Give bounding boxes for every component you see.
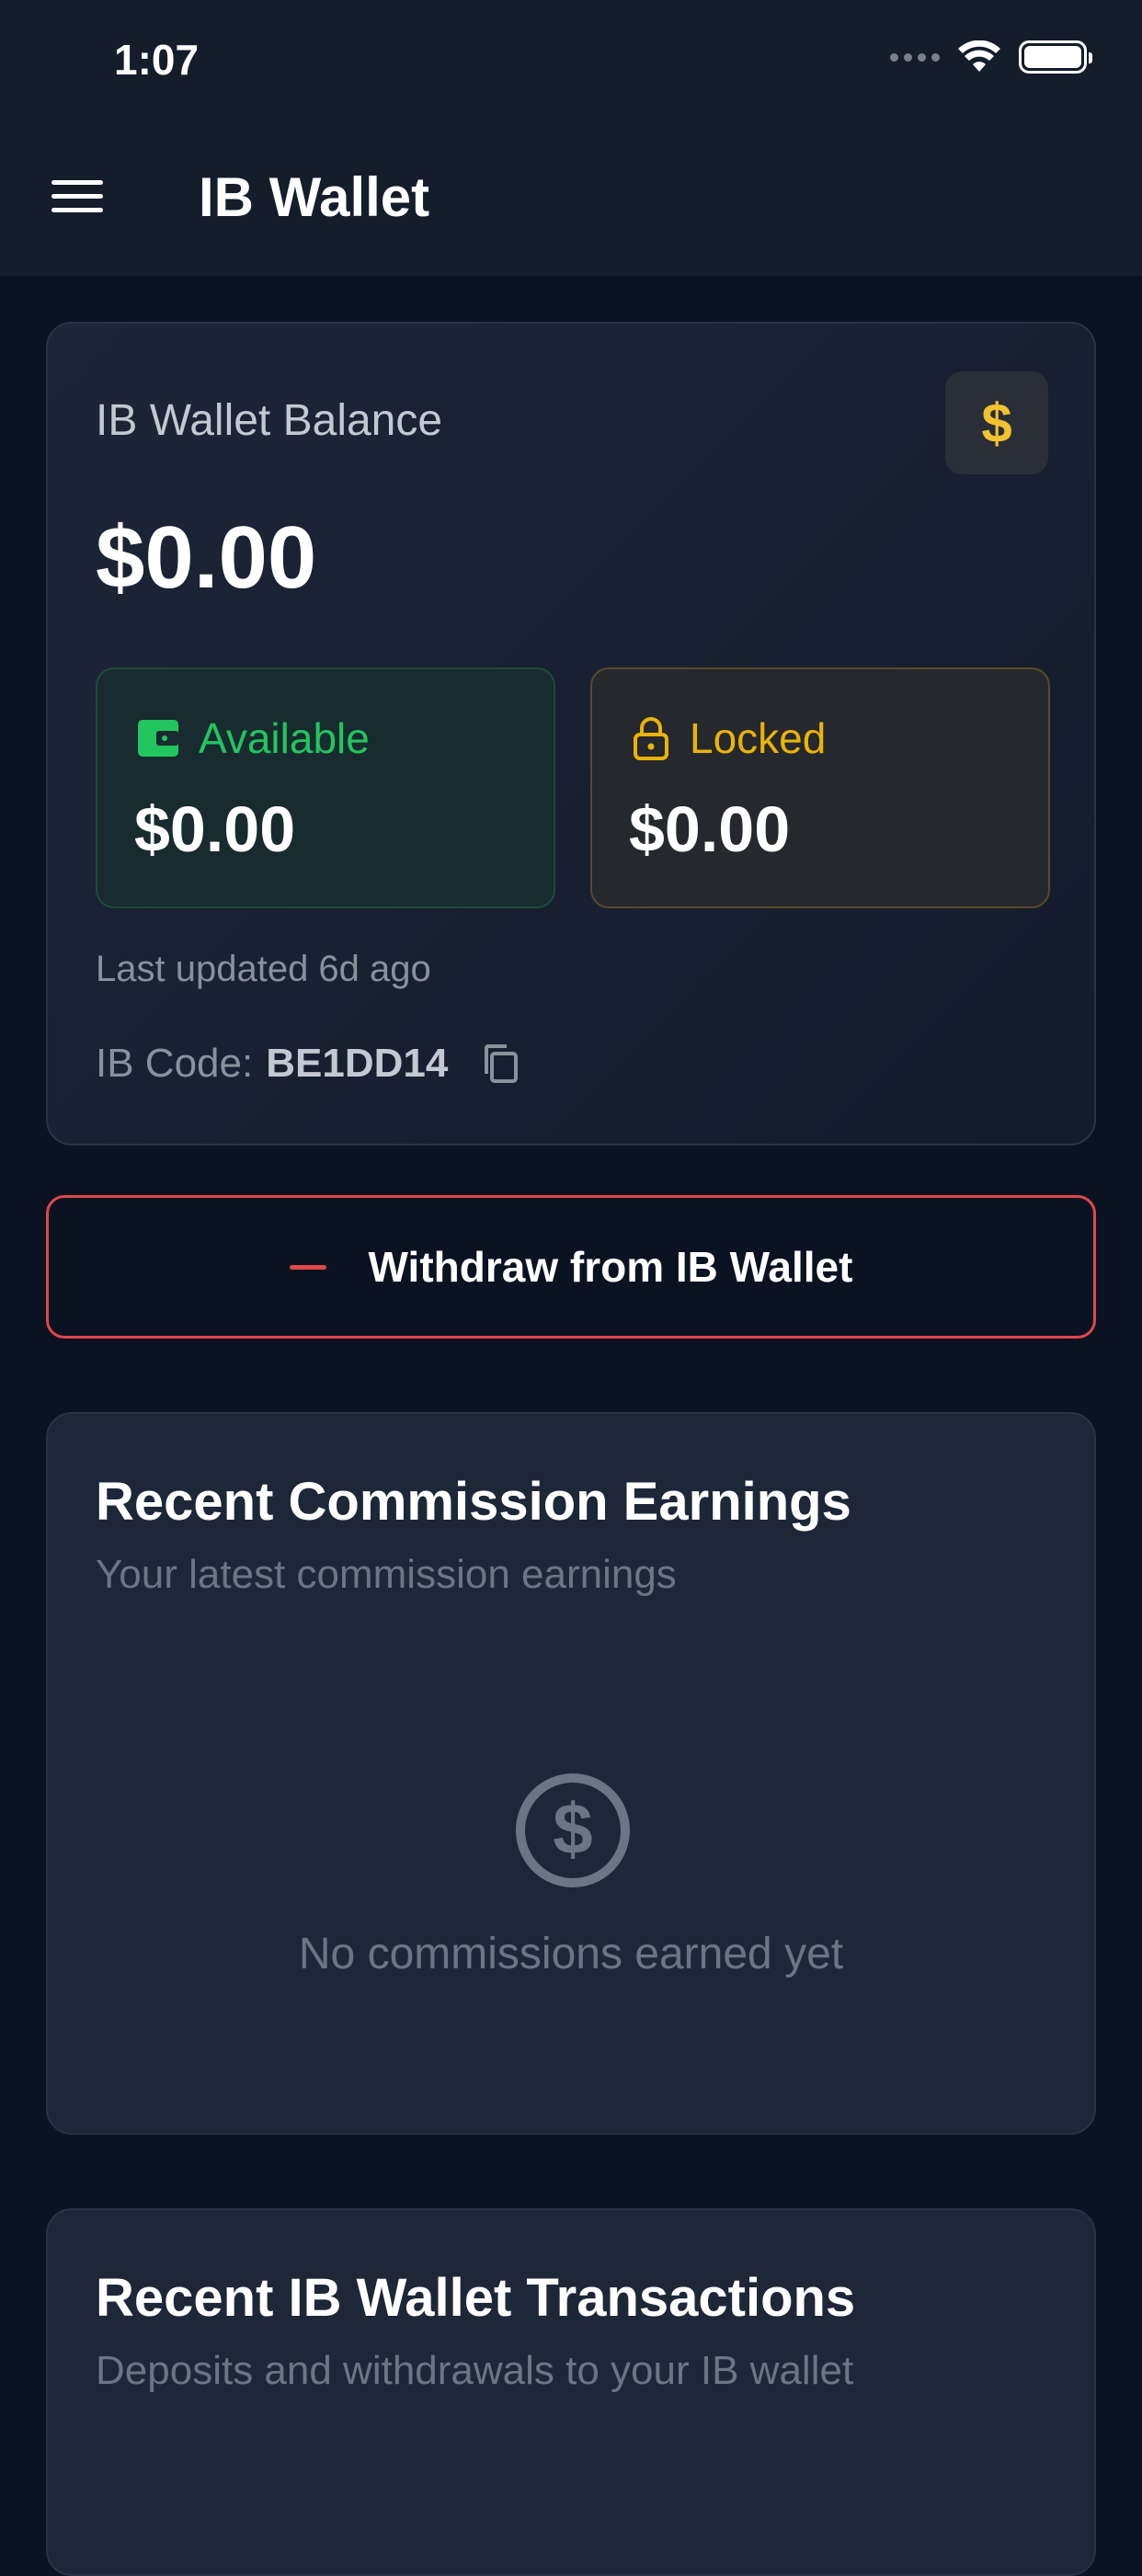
available-balance-box: Available $0.00 xyxy=(96,667,555,908)
dollar-circle-icon: $ xyxy=(516,1773,630,1887)
dollar-icon: $ xyxy=(945,371,1048,474)
commissions-title: Recent Commission Earnings xyxy=(96,1472,851,1532)
locked-label: Locked xyxy=(690,714,827,762)
withdraw-button[interactable]: Withdraw from IB Wallet xyxy=(46,1195,1096,1339)
lock-icon xyxy=(634,717,668,760)
ib-wallet-balance-card: IB Wallet Balance $ $0.00 Available $0.0… xyxy=(46,322,1096,1146)
last-updated-text: Last updated 6d ago xyxy=(96,949,431,989)
withdraw-button-label: Withdraw from IB Wallet xyxy=(368,1243,853,1291)
recent-commissions-card: Recent Commission Earnings Your latest c… xyxy=(46,1412,1096,2135)
balance-value: $0.00 xyxy=(96,508,317,607)
ib-code-value: BE1DD14 xyxy=(266,1041,449,1086)
wifi-icon xyxy=(958,40,1000,72)
minus-icon xyxy=(289,1264,326,1270)
status-time: 1:07 xyxy=(114,36,200,84)
recent-transactions-card: Recent IB Wallet Transactions Deposits a… xyxy=(46,2208,1096,2576)
commissions-subtitle: Your latest commission earnings xyxy=(96,1552,677,1597)
empty-commissions-text: No commissions earned yet xyxy=(298,1930,844,1978)
status-icons xyxy=(890,40,1092,74)
ib-code-row: IB Code: BE1DD14 xyxy=(96,1041,521,1087)
page-title: IB Wallet xyxy=(199,166,430,228)
transactions-subtitle: Deposits and withdrawals to your IB wall… xyxy=(96,2348,854,2393)
svg-text:$: $ xyxy=(553,1788,592,1869)
top-app-bar: 1:07 IB Wallet xyxy=(0,0,1142,276)
locked-balance-box: Locked $0.00 xyxy=(590,667,1050,908)
menu-button[interactable] xyxy=(51,180,103,217)
copy-icon[interactable] xyxy=(479,1043,521,1085)
wallet-icon xyxy=(138,720,178,757)
available-label: Available xyxy=(199,714,370,762)
transactions-title: Recent IB Wallet Transactions xyxy=(96,2268,856,2328)
available-value: $0.00 xyxy=(134,793,296,865)
locked-value: $0.00 xyxy=(629,793,791,865)
signal-icon xyxy=(890,52,940,62)
ib-code-label: IB Code: xyxy=(96,1041,254,1086)
battery-icon xyxy=(1019,40,1092,74)
balance-label: IB Wallet Balance xyxy=(96,396,443,445)
